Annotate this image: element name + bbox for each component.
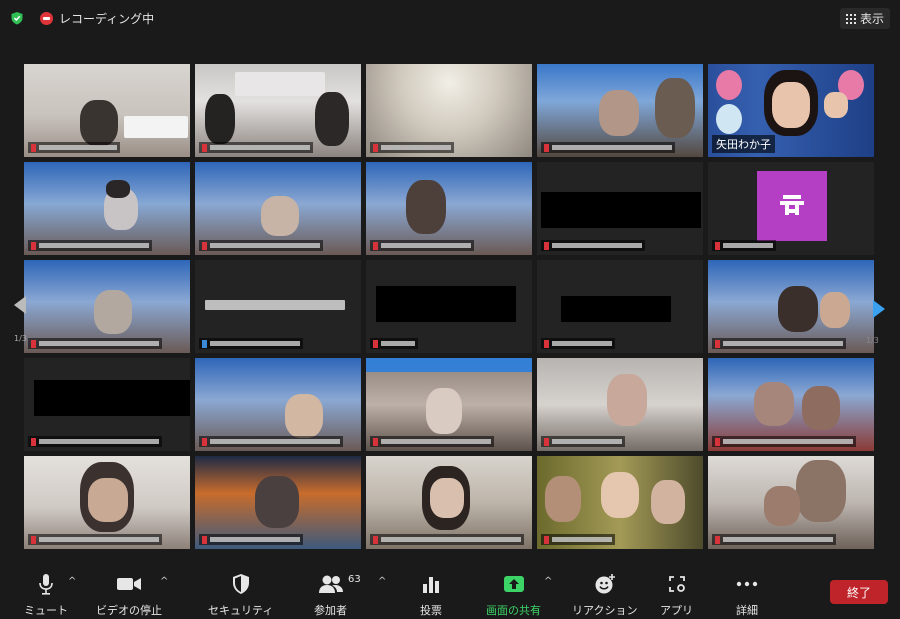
participant-tile[interactable] xyxy=(537,456,703,549)
participant-name-tag xyxy=(28,436,162,447)
participant-name-tag xyxy=(370,534,524,545)
active-speaker-tile[interactable]: 矢田わか子 xyxy=(708,64,874,157)
grid-view-icon xyxy=(845,13,856,24)
video-gallery: 矢田わか子 xyxy=(24,64,876,554)
participant-name-tag xyxy=(199,436,343,447)
participant-name-tag xyxy=(370,240,474,251)
previous-page-arrow-icon[interactable] xyxy=(14,296,26,314)
end-meeting-button[interactable]: 終了 xyxy=(830,580,888,604)
share-screen-button[interactable]: 画面の共有 xyxy=(486,572,541,618)
participant-name-tag xyxy=(28,338,162,349)
participant-name-tag xyxy=(712,240,776,251)
share-options-chevron-icon[interactable]: ^ xyxy=(544,576,552,587)
participant-tile[interactable] xyxy=(366,162,532,255)
participant-name-tag xyxy=(28,142,120,153)
participant-tile[interactable] xyxy=(24,162,190,255)
participant-name-tag xyxy=(541,436,625,447)
security-button[interactable]: セキュリティ xyxy=(208,572,273,618)
participant-name-tag xyxy=(541,534,615,545)
recording-indicator[interactable]: レコーディング中 xyxy=(40,10,154,27)
participant-tile[interactable] xyxy=(195,162,361,255)
participant-tile[interactable] xyxy=(195,358,361,451)
participant-name-tag xyxy=(541,338,615,349)
meeting-toolbar: ミュート ^ ビデオの停止 ^ セキュリティ 参加者 63 ^ 投票 画面の共有… xyxy=(0,566,900,619)
participant-tile[interactable] xyxy=(195,64,361,157)
page-indicator-right: 1/3 xyxy=(866,336,879,345)
recording-icon xyxy=(40,12,53,25)
participant-tile[interactable] xyxy=(537,64,703,157)
mute-button[interactable]: ミュート xyxy=(24,572,68,618)
video-options-chevron-icon[interactable]: ^ xyxy=(160,576,168,587)
participant-tile[interactable] xyxy=(195,456,361,549)
participant-tile[interactable] xyxy=(708,162,874,255)
participant-initial-icon xyxy=(780,195,804,215)
participant-tile[interactable] xyxy=(366,260,532,353)
video-camera-icon xyxy=(116,572,142,596)
participant-name-tag xyxy=(712,338,846,349)
reactions-label: リアクション xyxy=(572,604,638,617)
view-button[interactable]: 表示 xyxy=(839,8,890,29)
apps-icon xyxy=(667,572,687,596)
participants-label: 参加者 xyxy=(314,604,347,617)
mute-options-chevron-icon[interactable]: ^ xyxy=(68,576,76,587)
participant-name-tag xyxy=(199,142,313,153)
more-options-icon xyxy=(736,572,758,596)
apps-button[interactable]: アプリ xyxy=(660,572,693,618)
more-label: 詳細 xyxy=(736,604,758,617)
participant-avatar xyxy=(757,171,827,241)
participant-name-tag xyxy=(28,534,162,545)
participant-tile[interactable] xyxy=(24,456,190,549)
participant-name-tag xyxy=(541,240,645,251)
bar-chart-icon xyxy=(422,572,440,596)
emoji-reaction-icon xyxy=(594,572,616,596)
shield-icon xyxy=(231,572,251,596)
participant-tile[interactable] xyxy=(537,260,703,353)
next-page-arrow-icon[interactable] xyxy=(873,300,885,318)
share-screen-icon xyxy=(503,572,525,596)
stop-video-button[interactable]: ビデオの停止 xyxy=(96,572,162,618)
participants-button[interactable]: 参加者 xyxy=(314,572,347,618)
poll-button[interactable]: 投票 xyxy=(420,572,442,618)
participant-name-tag xyxy=(28,240,152,251)
participant-tile[interactable] xyxy=(195,260,361,353)
top-bar: レコーディング中 表示 xyxy=(0,0,900,36)
microphone-icon xyxy=(38,572,54,596)
participants-count: 63 xyxy=(348,574,361,585)
participant-name-tag xyxy=(199,338,303,349)
participant-tile[interactable] xyxy=(366,64,532,157)
participant-tile[interactable] xyxy=(537,358,703,451)
stop-video-label: ビデオの停止 xyxy=(96,604,162,617)
apps-label: アプリ xyxy=(660,604,693,617)
participant-name-tag xyxy=(370,436,494,447)
poll-label: 投票 xyxy=(420,604,442,617)
participant-tile[interactable] xyxy=(24,358,190,451)
participant-tile[interactable] xyxy=(537,162,703,255)
participant-tile[interactable] xyxy=(24,260,190,353)
active-speaker-name: 矢田わか子 xyxy=(712,135,775,153)
participant-tile[interactable] xyxy=(366,456,532,549)
participant-tile[interactable] xyxy=(708,358,874,451)
security-label: セキュリティ xyxy=(208,604,274,617)
encryption-shield-icon[interactable] xyxy=(10,11,24,25)
share-screen-label: 画面の共有 xyxy=(486,604,541,617)
reactions-button[interactable]: リアクション xyxy=(572,572,637,618)
participant-name-tag xyxy=(199,534,303,545)
participant-tile[interactable] xyxy=(366,358,532,451)
more-button[interactable]: 詳細 xyxy=(736,572,758,618)
mute-label: ミュート xyxy=(24,604,68,617)
view-label: 表示 xyxy=(859,12,884,26)
participants-icon xyxy=(318,572,344,596)
participant-name-tag xyxy=(370,142,454,153)
participants-options-chevron-icon[interactable]: ^ xyxy=(378,576,386,587)
participant-tile[interactable] xyxy=(708,260,874,353)
page-indicator-left: 1/3 xyxy=(14,334,27,343)
participant-name-tag xyxy=(370,338,418,349)
participant-name-tag xyxy=(712,436,856,447)
recording-label: レコーディング中 xyxy=(59,12,155,26)
participant-name-tag xyxy=(199,240,323,251)
participant-tile[interactable] xyxy=(24,64,190,157)
participant-name-tag xyxy=(712,534,836,545)
participant-name-tag xyxy=(541,142,675,153)
participant-tile[interactable] xyxy=(708,456,874,549)
